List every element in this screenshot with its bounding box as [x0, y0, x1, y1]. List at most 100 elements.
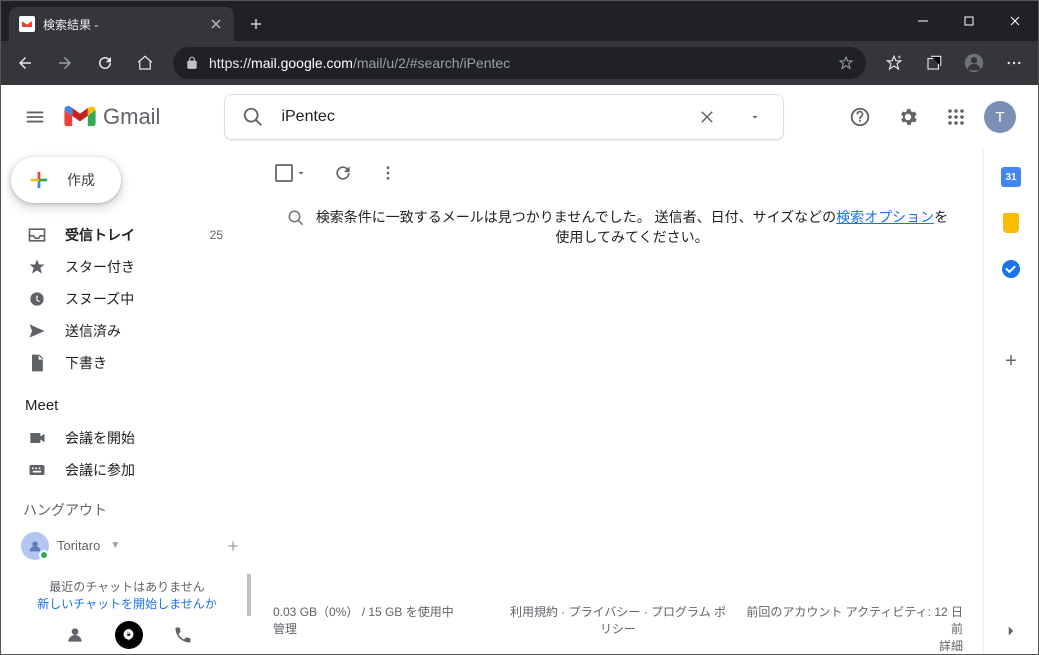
keep-icon — [1003, 213, 1019, 233]
search-bar — [224, 94, 784, 140]
url-path: /mail/u/2/#search/iPentec — [353, 55, 510, 71]
no-results-text: 検索条件に一致するメールは見つかりませんでした。 送信者、日付、サイズなどの — [316, 209, 836, 225]
tasks-icon — [1002, 260, 1020, 278]
get-addons-button[interactable]: + — [1001, 351, 1021, 371]
search-options-link[interactable]: 検索オプション — [836, 209, 934, 225]
bookmark-star-icon[interactable] — [838, 55, 854, 71]
search-input[interactable] — [281, 108, 679, 126]
gmail-logo-icon — [63, 104, 97, 130]
search-options-dropdown[interactable] — [735, 97, 775, 137]
send-icon — [27, 321, 47, 341]
sidebar-item-label: 会議を開始 — [65, 428, 135, 448]
plus-icon — [25, 166, 53, 194]
search-button[interactable] — [233, 97, 273, 137]
mail-toolbar — [257, 149, 979, 197]
sidebar-item-sent[interactable]: 送信済み — [1, 315, 245, 347]
main-content: 検索条件に一致するメールは見つかりませんでした。 送信者、日付、サイズなどの検索… — [257, 149, 984, 654]
sidebar-item-label: スター付き — [65, 257, 135, 277]
browser-profile-button[interactable] — [956, 45, 992, 81]
google-apps-button[interactable] — [936, 97, 976, 137]
hangouts-username: Toritaro — [57, 538, 100, 553]
keep-addon-button[interactable] — [1001, 213, 1021, 233]
account-avatar[interactable]: T — [984, 101, 1016, 133]
storage-info: 0.03 GB（0%） / 15 GB を使用中 管理 — [273, 603, 490, 654]
gmail-logo-text: Gmail — [103, 104, 160, 130]
tab-close-button[interactable] — [208, 16, 224, 32]
hangouts-chat-button[interactable] — [115, 621, 143, 649]
gmail-header: Gmail T — [1, 85, 1038, 149]
presence-online-dot — [39, 550, 49, 560]
favorites-button[interactable] — [876, 45, 912, 81]
gmail-favicon — [19, 16, 35, 32]
chevron-down-icon[interactable]: ▼ — [110, 540, 120, 551]
sidebar-item-inbox[interactable]: 受信トレイ 25 — [1, 219, 245, 251]
hangouts-contacts-button[interactable] — [57, 617, 93, 653]
meet-join-button[interactable]: 会議に参加 — [1, 454, 245, 486]
search-clear-button[interactable] — [687, 97, 727, 137]
collapse-panel-button[interactable] — [1002, 622, 1020, 640]
hangouts-add-button[interactable] — [225, 538, 241, 554]
activity-details-link[interactable]: 詳細 — [746, 637, 963, 654]
keyboard-icon — [27, 460, 47, 480]
sidebar-item-label: 下書き — [65, 353, 107, 373]
window-close-button[interactable] — [992, 1, 1038, 41]
select-all-checkbox[interactable] — [275, 164, 293, 182]
hangouts-section-title: ハングアウト — [1, 486, 257, 528]
window-controls — [900, 1, 1038, 41]
meet-section-title: Meet — [1, 379, 257, 422]
inbox-count: 25 — [210, 228, 223, 242]
storage-usage: 0.03 GB（0%） / 15 GB を使用中 — [273, 603, 490, 620]
address-bar[interactable]: https://mail.google.com/mail/u/2/#search… — [173, 47, 866, 79]
chat-empty-line1: 最近のチャットはありません — [17, 578, 237, 595]
sidebar-item-drafts[interactable]: 下書き — [1, 347, 245, 379]
meet-start-button[interactable]: 会議を開始 — [1, 422, 245, 454]
nav-back-button[interactable] — [7, 45, 43, 81]
star-icon — [27, 257, 47, 277]
lock-icon — [185, 56, 199, 70]
collections-button[interactable] — [916, 45, 952, 81]
tasks-addon-button[interactable] — [1001, 259, 1021, 279]
support-button[interactable] — [840, 97, 880, 137]
video-icon — [27, 428, 47, 448]
sidebar-item-label: スヌーズ中 — [65, 289, 134, 309]
file-icon — [27, 353, 47, 373]
sidebar-item-label: 会議に参加 — [65, 460, 135, 480]
url-protocol: https:// — [209, 55, 251, 71]
refresh-button[interactable] — [333, 163, 353, 183]
chat-empty-state: 最近のチャットはありません 新しいチャットを開始しませんか — [7, 574, 251, 616]
storage-manage-link[interactable]: 管理 — [273, 620, 490, 637]
hangouts-user-row[interactable]: Toritaro ▼ — [1, 528, 257, 564]
nav-forward-button[interactable] — [47, 45, 83, 81]
hangouts-footer — [1, 616, 257, 654]
avatar-letter: T — [995, 109, 1004, 126]
new-tab-button[interactable] — [242, 10, 270, 38]
browser-tab[interactable]: 検索結果 - — [9, 7, 234, 41]
calendar-addon-button[interactable]: 31 — [1001, 167, 1021, 187]
more-button[interactable] — [379, 164, 397, 182]
sidebar-item-starred[interactable]: スター付き — [1, 251, 245, 283]
sidebar-item-label: 送信済み — [65, 321, 121, 341]
hangouts-phone-button[interactable] — [165, 617, 201, 653]
inbox-icon — [27, 225, 47, 245]
select-dropdown[interactable] — [295, 167, 307, 179]
tab-title: 検索結果 - — [43, 16, 200, 33]
window-minimize-button[interactable] — [900, 1, 946, 41]
footer: 0.03 GB（0%） / 15 GB を使用中 管理 利用規約 · プライバシ… — [257, 595, 979, 654]
clock-icon — [27, 289, 47, 309]
window-titlebar: 検索結果 - — [1, 1, 1038, 41]
window-maximize-button[interactable] — [946, 1, 992, 41]
sidebar-item-label: 受信トレイ — [65, 225, 135, 245]
settings-button[interactable] — [888, 97, 928, 137]
browser-menu-button[interactable] — [996, 45, 1032, 81]
nav-home-button[interactable] — [127, 45, 163, 81]
footer-policies[interactable]: 利用規約 · プライバシー · プログラム ポリシー — [510, 603, 727, 654]
chat-start-link[interactable]: 新しいチャットを開始しませんか — [17, 595, 237, 612]
side-panel: 31 + — [984, 149, 1038, 654]
gmail-logo[interactable]: Gmail — [63, 104, 160, 130]
footer-activity: 前回のアカウント アクティビティ: 12 日前 詳細 — [746, 603, 963, 654]
main-menu-button[interactable] — [11, 93, 59, 141]
sidebar-item-snoozed[interactable]: スヌーズ中 — [1, 283, 245, 315]
sidebar: 作成 受信トレイ 25 スター付き スヌーズ中 送信済み 下書き — [1, 149, 257, 654]
nav-refresh-button[interactable] — [87, 45, 123, 81]
compose-button[interactable]: 作成 — [11, 157, 121, 203]
